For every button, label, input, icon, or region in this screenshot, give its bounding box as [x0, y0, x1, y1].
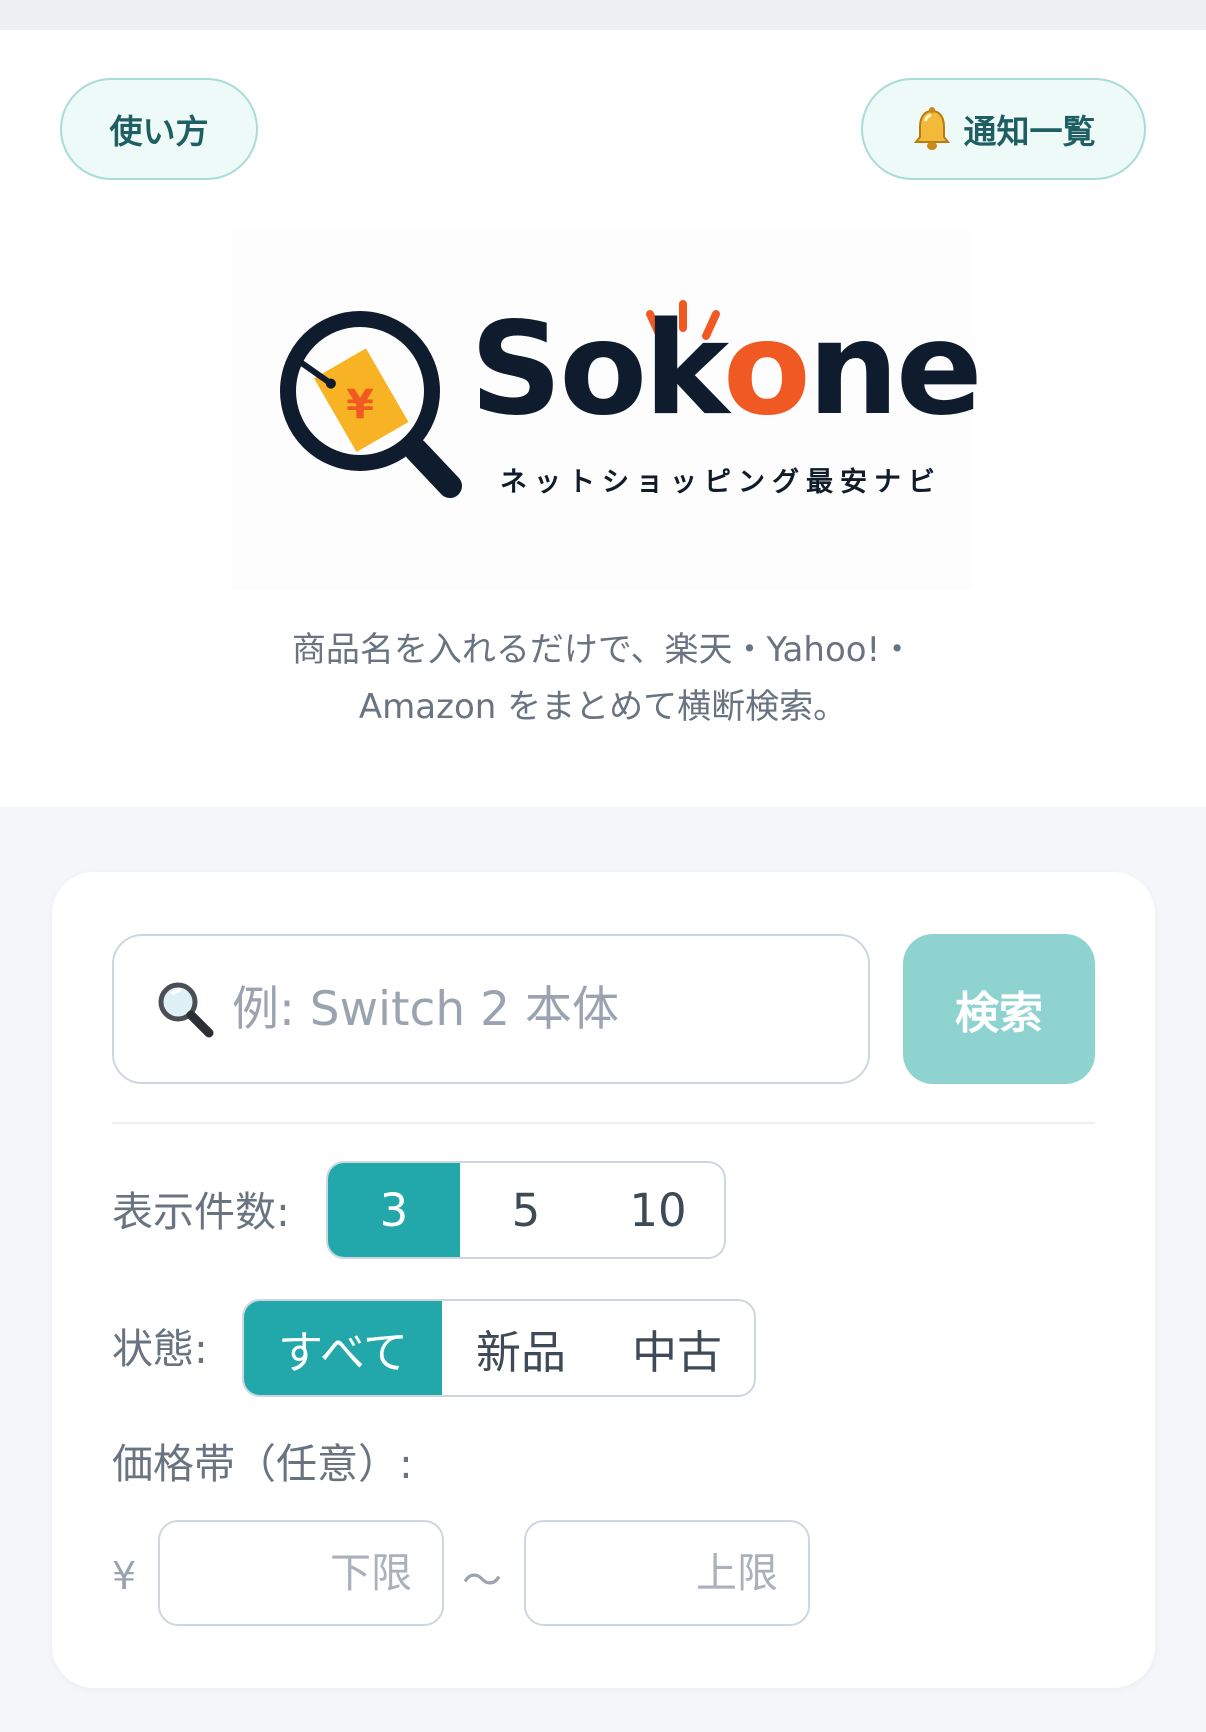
condition-option-all[interactable]: すべて [244, 1301, 442, 1395]
display-count-option-10[interactable]: 10 [592, 1163, 724, 1257]
display-count-label: 表示件数: [112, 1188, 290, 1236]
condition-selector: すべて 新品 中古 [242, 1299, 756, 1397]
notifications-button[interactable]: 通知一覧 [861, 78, 1146, 180]
svg-text:¥: ¥ [346, 382, 374, 428]
search-card: 検索 表示件数: 3 5 10 状態: すべて 新品 中古 価格帯（任意）: ¥… [52, 872, 1155, 1688]
display-count-selector: 3 5 10 [326, 1161, 726, 1259]
search-field[interactable] [112, 934, 870, 1084]
logo-tagline: ネットショッピング最安ナビ [500, 467, 942, 498]
logo: ¥ Sokone ネットショッピング最安ナビ [232, 228, 983, 590]
condition-label: 状態: [112, 1325, 208, 1373]
search-icon [158, 982, 214, 1038]
condition-option-new[interactable]: 新品 [442, 1301, 600, 1395]
logo-wordmark: Sokone [470, 295, 983, 444]
search-input[interactable] [230, 980, 794, 1038]
app-description: 商品名を入れるだけで、楽天・Yahoo!・ Amazon をまとめて横断検索。 [200, 622, 1006, 736]
price-min-input[interactable] [158, 1520, 444, 1626]
status-bar-strip [0, 0, 1206, 30]
display-count-option-3[interactable]: 3 [328, 1163, 460, 1257]
description-line-2: Amazon をまとめて横断検索。 [358, 687, 848, 727]
how-to-label: 使い方 [109, 112, 209, 151]
notifications-label: 通知一覧 [963, 112, 1096, 151]
divider [112, 1122, 1095, 1124]
bell-icon [913, 107, 950, 150]
currency-symbol: ¥ [112, 1554, 137, 1598]
condition-option-used[interactable]: 中古 [600, 1301, 754, 1395]
display-count-option-5[interactable]: 5 [460, 1163, 592, 1257]
how-to-button[interactable]: 使い方 [60, 78, 258, 180]
description-line-1: 商品名を入れるだけで、楽天・Yahoo!・ [291, 630, 915, 670]
price-range-label: 価格帯（任意）: [112, 1440, 413, 1488]
search-button[interactable]: 検索 [903, 934, 1095, 1084]
range-separator: 〜 [462, 1558, 502, 1604]
price-max-input[interactable] [524, 1520, 810, 1626]
